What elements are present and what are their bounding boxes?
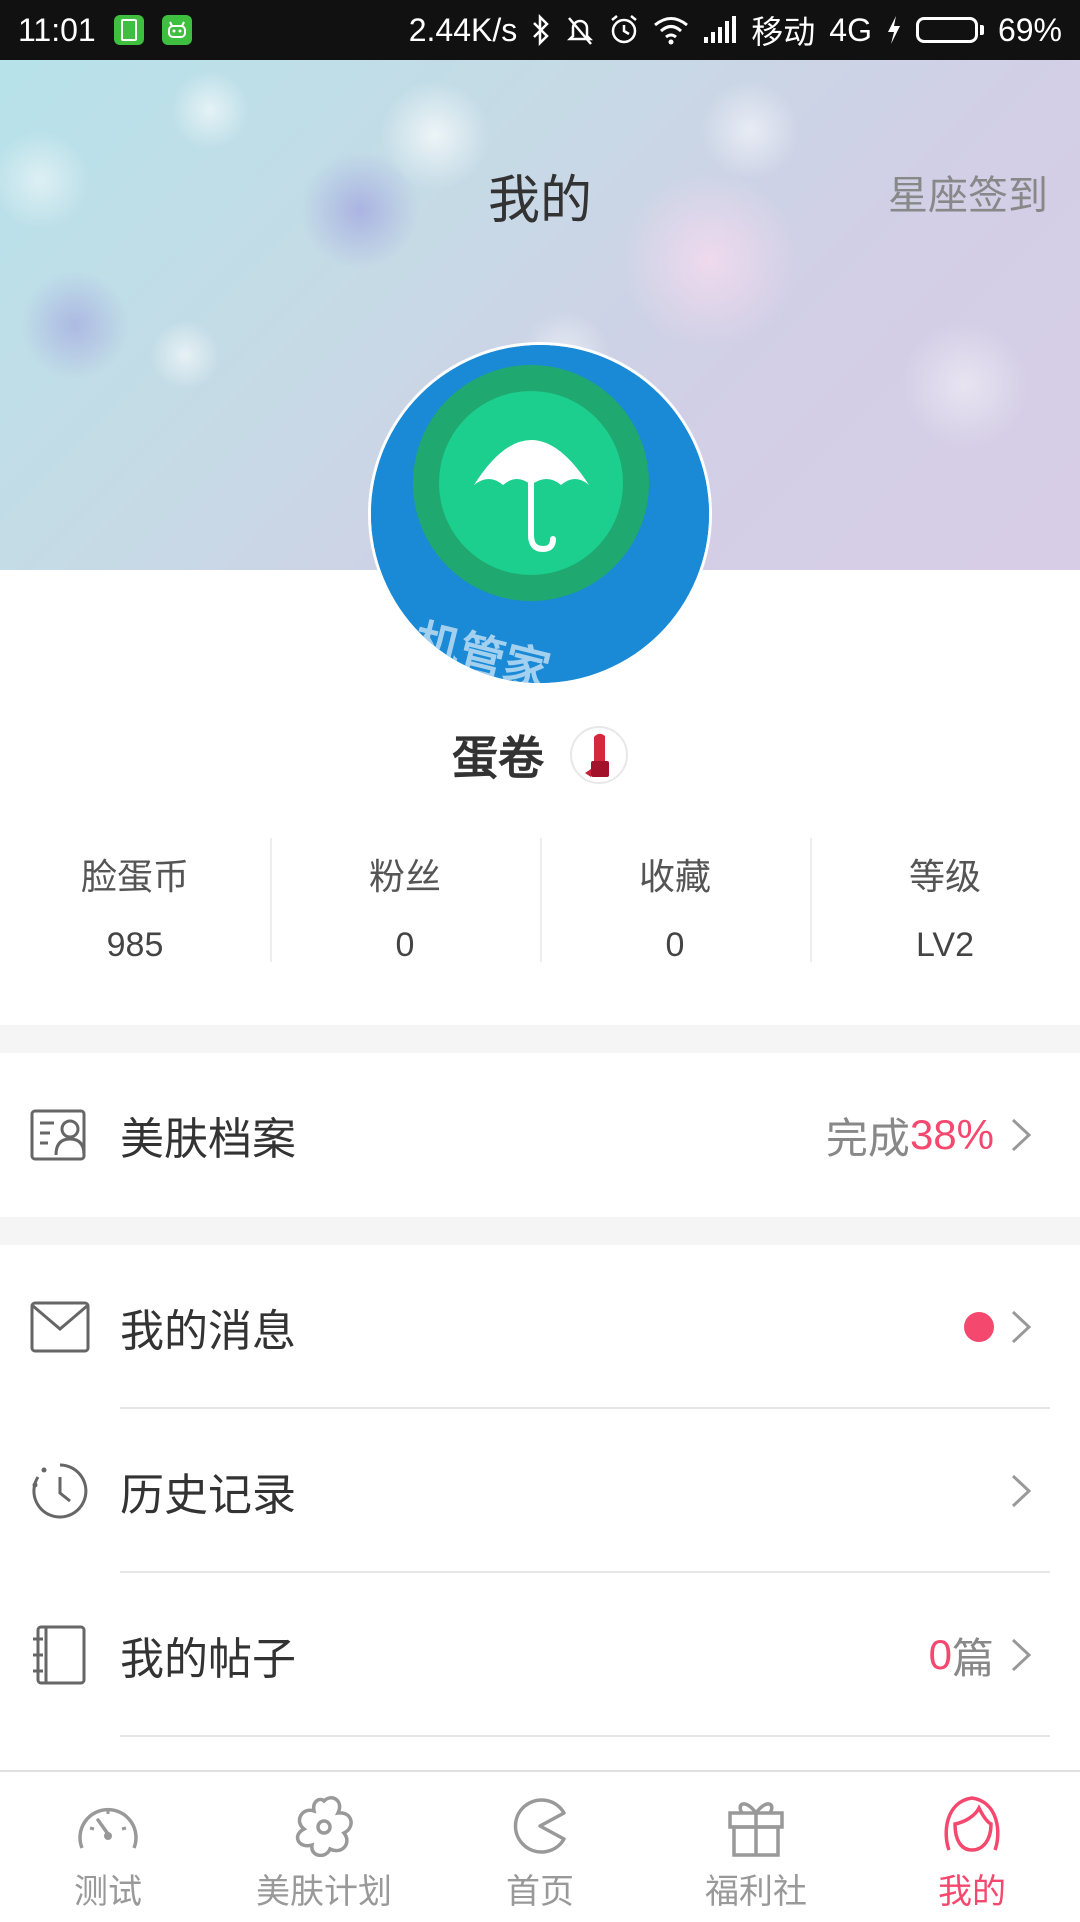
flower-icon — [290, 1794, 358, 1858]
my-posts-row[interactable]: 我的帖子 0 篇 — [0, 1573, 1080, 1737]
notebook-icon — [28, 1623, 92, 1687]
section-gap — [0, 1025, 1080, 1053]
signal-icon — [704, 16, 737, 43]
posts-count: 0 — [928, 1631, 952, 1678]
stat-value: 985 — [106, 926, 164, 964]
avatar[interactable]: 机管家 — [368, 342, 712, 686]
nav-label: 福利社 — [705, 1872, 807, 1912]
bottom-navigation: 测试 美肤计划 首页 福利社 我的 — [0, 1770, 1080, 1922]
gift-icon — [722, 1794, 790, 1858]
battery-app-icon — [113, 15, 144, 45]
stat-favorites[interactable]: 收藏 0 — [540, 838, 810, 964]
username-row: 蛋卷 — [0, 720, 1080, 790]
stat-label: 等级 — [908, 857, 981, 898]
nav-label: 测试 — [74, 1872, 142, 1912]
stat-fans[interactable]: 粉丝 0 — [270, 838, 540, 964]
alarm-icon — [611, 15, 638, 44]
bluetooth-icon — [533, 14, 550, 46]
nav-item-skin-plan[interactable]: 美肤计划 — [216, 1772, 432, 1922]
lipstick-icon[interactable] — [570, 726, 628, 784]
zodiac-sign-in-button[interactable]: 星座签到 — [888, 163, 1048, 221]
history-row[interactable]: 历史记录 — [0, 1409, 1080, 1573]
mute-icon — [567, 17, 594, 45]
progress-text: 完成 — [825, 1113, 910, 1163]
android-app-icon — [161, 15, 192, 45]
progress-value: 38% — [909, 1111, 994, 1158]
nav-item-mine[interactable]: 我的 — [864, 1772, 1080, 1922]
girl-face-icon — [938, 1794, 1006, 1858]
chevron-right-icon — [1010, 1471, 1040, 1511]
profile-card-icon — [28, 1103, 92, 1167]
skin-profile-row[interactable]: 美肤档案 完成 38% — [0, 1053, 1080, 1217]
battery-percent: 69% — [997, 11, 1062, 48]
row-divider — [120, 1735, 1050, 1737]
stat-coins[interactable]: 脸蛋币 985 — [0, 838, 270, 964]
speedometer-icon — [74, 1794, 142, 1858]
status-bar: 11:01 2.44K/s 移动 4G 69% — [0, 0, 1080, 60]
unread-dot — [964, 1312, 994, 1342]
chevron-right-icon — [1010, 1635, 1040, 1675]
network-speed: 2.44K/s — [408, 11, 518, 48]
chevron-right-icon — [1010, 1115, 1040, 1155]
battery-icon — [915, 17, 984, 43]
network-type: 4G — [829, 11, 872, 48]
skin-profile-label: 美肤档案 — [120, 1114, 296, 1165]
history-label: 历史记录 — [120, 1470, 296, 1521]
chevron-right-icon — [1010, 1307, 1040, 1347]
charging-icon — [887, 16, 900, 44]
my-posts-label: 我的帖子 — [120, 1634, 296, 1685]
stat-value: LV2 — [916, 926, 974, 964]
my-messages-label: 我的消息 — [120, 1306, 296, 1357]
stat-value: 0 — [395, 926, 415, 964]
carrier-name: 移动 — [751, 14, 816, 50]
nav-item-test[interactable]: 测试 — [0, 1772, 216, 1922]
stat-label: 脸蛋币 — [80, 857, 189, 898]
nav-label: 首页 — [506, 1872, 574, 1912]
history-icon — [28, 1459, 92, 1523]
username: 蛋卷 — [452, 731, 544, 785]
nav-label: 美肤计划 — [256, 1872, 392, 1912]
stat-label: 收藏 — [638, 857, 711, 898]
wifi-icon — [654, 17, 689, 45]
status-time: 11:01 — [18, 11, 96, 48]
stat-label: 粉丝 — [368, 857, 441, 898]
envelope-icon — [28, 1295, 92, 1359]
nav-label: 我的 — [938, 1872, 1006, 1912]
section-gap — [0, 1217, 1080, 1245]
stat-value: 0 — [665, 926, 685, 964]
nav-item-home[interactable]: 首页 — [432, 1772, 648, 1922]
stat-level[interactable]: 等级 LV2 — [810, 838, 1080, 964]
posts-unit: 篇 — [951, 1633, 994, 1683]
my-messages-row[interactable]: 我的消息 — [0, 1245, 1080, 1409]
umbrella-icon: 机管家 — [371, 345, 709, 683]
nav-item-welfare[interactable]: 福利社 — [648, 1772, 864, 1922]
pacman-icon — [506, 1794, 574, 1858]
stats-bar: 脸蛋币 985 粉丝 0 收藏 0 等级 LV2 — [0, 838, 1080, 964]
